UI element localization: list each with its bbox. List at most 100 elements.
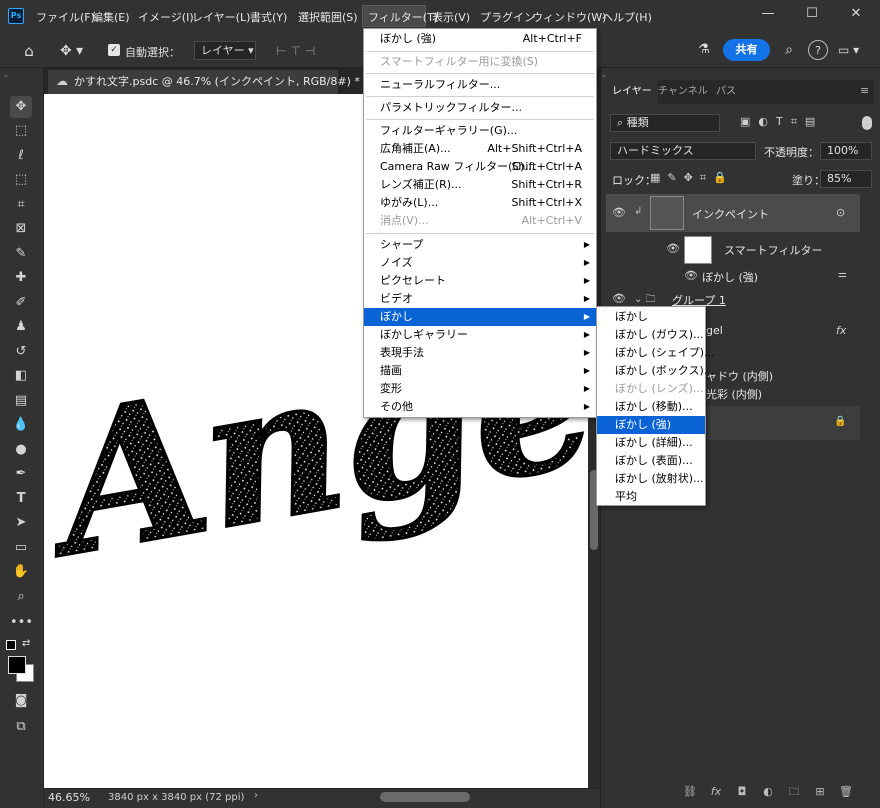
workspace-icon[interactable]: ▭ ▾ [838,40,870,60]
layer-filter-kind-dropdown[interactable]: ⌕ 種類 [610,114,720,132]
fill-input[interactable]: 85% [820,170,872,188]
blend-mode-dropdown[interactable]: ハードミックス [610,142,756,160]
stamp-tool-icon[interactable]: ♟ [10,316,32,338]
blur-tool-icon[interactable]: 💧 [10,414,32,436]
eye-icon[interactable]: 👁 [666,242,680,256]
type-tool-icon[interactable]: T [10,488,32,510]
flask-icon[interactable]: ⚗ [694,40,714,60]
filter-menu-item[interactable]: ニューラルフィルター... [364,76,596,94]
filter-menu-item[interactable]: パラメトリックフィルター... [364,99,596,117]
add-mask-icon[interactable]: ◘ [734,784,750,800]
filter-menu-item[interactable]: 変形 ▶ [364,380,596,398]
tab-layers[interactable]: レイヤー [606,80,658,104]
filter-menu-item[interactable]: 表現手法 ▶ [364,344,596,362]
quick-mask-icon[interactable]: ◙ [10,690,32,712]
menu-select[interactable]: 選択範囲(S) [298,9,358,25]
blur-submenu-item[interactable]: 平均 [597,488,705,506]
search-icon[interactable]: ⌕ [780,40,798,60]
hand-tool-icon[interactable]: ✋ [10,561,32,583]
new-layer-icon[interactable]: ⊞ [812,784,828,800]
brush-tool-icon[interactable]: ✐ [10,292,32,314]
tab-paths[interactable]: パス [710,80,742,104]
eraser-tool-icon[interactable]: ◧ [10,365,32,387]
fx-icon[interactable]: fx [836,324,850,338]
path-select-tool-icon[interactable]: ➤ [10,512,32,534]
filter-menu-item[interactable]: 描画 ▶ [364,362,596,380]
zoom-tool-icon[interactable]: ⌕ [10,586,32,608]
menu-edit[interactable]: 編集(E) [92,9,130,25]
lock-icons[interactable]: ▦✎✥⌗🔒 [650,171,750,185]
filter-menu-item[interactable]: ぼかしギャラリー ▶ [364,326,596,344]
smart-filter-label[interactable]: スマートフィルター [724,242,822,258]
menu-file[interactable]: ファイル(F) [36,9,95,25]
gradient-tool-icon[interactable]: ▤ [10,390,32,412]
blur-submenu-item[interactable]: ぼかし (放射状)... [597,470,705,488]
filter-menu-item[interactable]: ビデオ ▶ [364,290,596,308]
close-icon[interactable]: ✕ [844,4,868,24]
new-group-icon[interactable]: 🗀 [786,784,802,800]
move-tool-icon[interactable]: ✥ [10,96,32,118]
filter-menu-item[interactable]: フィルターギャラリー(G)... [364,122,596,140]
foreground-color-swatch[interactable] [8,656,26,674]
healing-brush-tool-icon[interactable]: ✚ [10,267,32,289]
menu-filter[interactable]: フィルター(T) [368,9,438,25]
filter-menu-item[interactable]: ぼかし (強) Alt+Ctrl+F [364,30,596,48]
object-select-tool-icon[interactable]: ⬚ [10,169,32,191]
frame-tool-icon[interactable]: ⊠ [10,218,32,240]
eye-icon[interactable]: 👁 [612,292,626,306]
menu-help[interactable]: ヘルプ(H) [602,9,652,25]
filter-menu-item[interactable]: Camera Raw フィルター(C)... Shift+Ctrl+A [364,158,596,176]
blur-submenu-item[interactable]: ぼかし (ボックス)... [597,362,714,380]
filter-menu-item[interactable]: ピクセレート ▶ [364,272,596,290]
pen-tool-icon[interactable]: ✒ [10,463,32,485]
adjustment-layer-icon[interactable]: ◐ [760,784,776,800]
marquee-tool-icon[interactable]: ⬚ [10,120,32,142]
menu-type[interactable]: 書式(Y) [250,9,287,25]
filter-options-icon[interactable]: ⚌ [838,269,852,283]
eye-icon[interactable]: 👁 [684,269,698,283]
layer-filter-icons[interactable]: ▣◐T⌗▤ [740,115,850,131]
panel-collapse-icon[interactable]: « [602,72,614,80]
rectangle-tool-icon[interactable]: ▭ [10,537,32,559]
blur-submenu-item[interactable]: ぼかし (詳細)... [597,434,705,452]
filter-blur-strong[interactable]: ぼかし (強) [702,269,758,285]
home-icon[interactable]: ⌂ [18,40,40,62]
blur-submenu-item[interactable]: ぼかし [597,308,705,326]
align-icons[interactable]: ⊢⊤⊣ [276,42,356,60]
blur-submenu-item[interactable]: ぼかし (移動)... [597,398,705,416]
filter-menu-item[interactable]: 広角補正(A)... Alt+Shift+Ctrl+A [364,140,596,158]
menu-plugins[interactable]: プラグイン [480,9,535,25]
delete-layer-icon[interactable]: 🗑 [838,784,854,800]
layer-filter-toggle[interactable] [862,116,872,130]
tools-collapse-icon[interactable]: » [4,72,40,80]
crop-tool-icon[interactable]: ⌗ [10,194,32,216]
help-icon[interactable]: ? [808,40,828,60]
share-button[interactable]: 共有 [723,39,770,61]
effect-inner-glow[interactable]: 光彩 (内側) [706,386,762,402]
filter-menu-item-blur[interactable]: ぼかし ▶ [364,308,596,326]
blur-submenu-item[interactable]: ぼかし (表面)... [597,452,705,470]
opacity-input[interactable]: 100% [820,142,872,160]
more-tools-icon[interactable]: ••• [10,612,33,634]
history-brush-tool-icon[interactable]: ↺ [10,341,32,363]
auto-select-checkbox[interactable]: ✓ [108,44,120,56]
filter-menu-item[interactable]: その他 ▶ [364,398,596,416]
filter-menu-item[interactable]: ゆがみ(L)... Shift+Ctrl+X [364,194,596,212]
swap-colors-icon[interactable]: ⇄ [22,638,36,650]
blur-submenu-item[interactable]: ぼかし (シェイプ)... [597,344,715,362]
filter-menu-item[interactable]: レンズ補正(R)... Shift+Ctrl+R [364,176,596,194]
horizontal-scroll-thumb[interactable] [380,792,470,802]
maximize-icon[interactable]: ☐ [800,4,824,24]
eyedropper-tool-icon[interactable]: ✎ [10,243,32,265]
auto-select-target-dropdown[interactable]: レイヤー ▾ [194,41,256,60]
menu-view[interactable]: 表示(V) [432,9,470,25]
default-colors-icon[interactable] [6,640,16,650]
panel-menu-icon[interactable]: ≡ [860,84,872,98]
layer-name-ink-paint[interactable]: インクペイント [692,206,769,222]
move-icon[interactable]: ✥ ▾ [60,40,94,62]
eye-icon[interactable]: 👁 [612,206,626,220]
blur-submenu-item[interactable]: ぼかし (ガウス)... [597,326,705,344]
menu-image[interactable]: イメージ(I) [138,9,194,25]
zoom-level[interactable]: 46.65% [48,790,92,806]
effect-inner-shadow[interactable]: ャドウ (内側) [706,368,773,384]
